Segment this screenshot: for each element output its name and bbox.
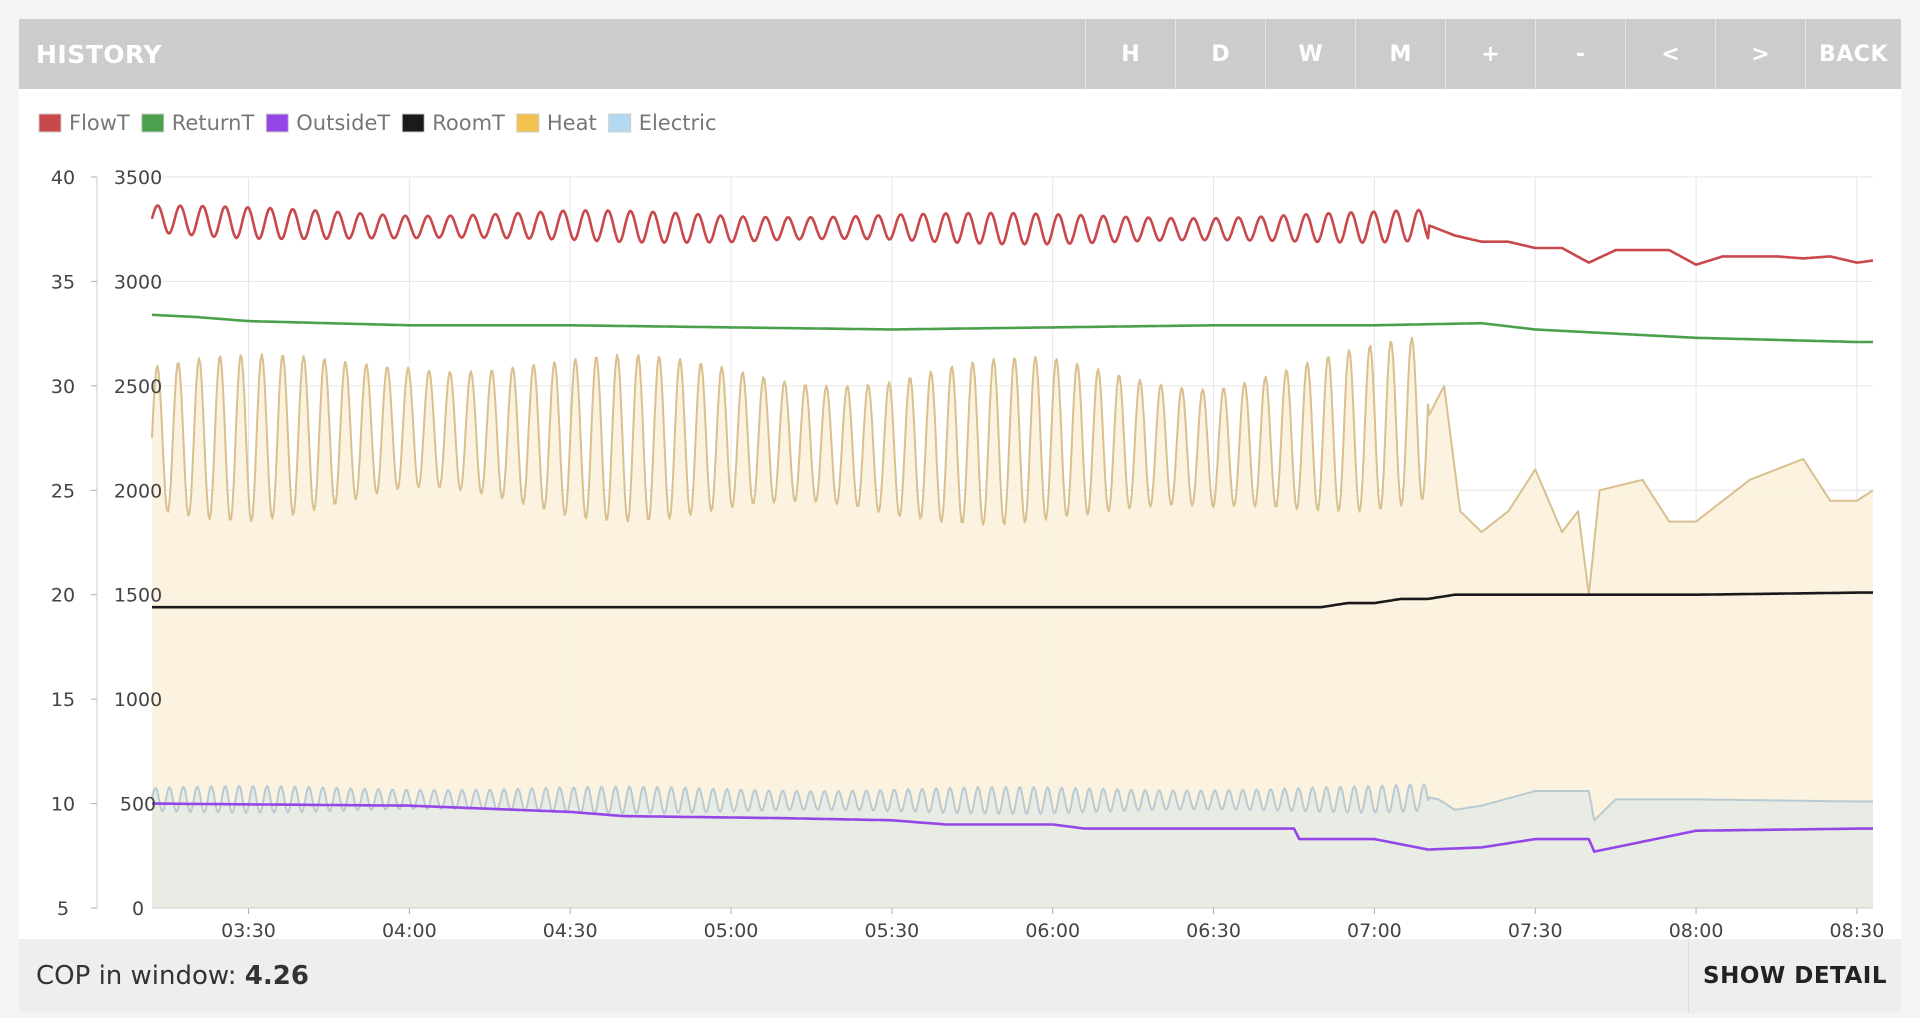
- legend-label-electric: Electric: [639, 111, 717, 135]
- legend-swatch-heat: [516, 113, 540, 133]
- x-tick-label: 07:00: [1347, 920, 1402, 939]
- x-tick-label: 06:00: [1025, 920, 1080, 939]
- y-right-tick-label: 2500: [114, 376, 162, 398]
- legend-swatch-flowt: [38, 113, 62, 133]
- cop-label: COP in window:: [36, 961, 245, 991]
- legend: FlowT ReturnT OutsideT RoomT Heat Electric: [38, 111, 717, 135]
- history-panel: HISTORY H D W M + - < > BACK 5 0 10 500 15 10…: [19, 19, 1901, 1013]
- y-left-tick-label: 10: [51, 794, 75, 816]
- month-view-button[interactable]: M: [1355, 19, 1445, 89]
- series-line-flowt: [150, 204, 1874, 266]
- y-left-tick-label: 40: [51, 167, 75, 189]
- y-left-tick-label: 35: [51, 271, 75, 293]
- back-button[interactable]: BACK: [1805, 19, 1901, 89]
- y-right-tick-label: 500: [120, 794, 156, 816]
- week-view-button[interactable]: W: [1265, 19, 1355, 89]
- pan-right-button[interactable]: >: [1715, 19, 1805, 89]
- show-detail-button[interactable]: SHOW DETAIL: [1688, 939, 1901, 1013]
- history-chart-svg: 5 0 10 500 15 1000 20 1500 25 2000 30 2500 35 3000 40 3…: [38, 111, 1885, 939]
- cop-summary: COP in window: 4.26: [19, 961, 1688, 991]
- zoom-in-button[interactable]: +: [1445, 19, 1535, 89]
- series-line-returnt: [151, 313, 1873, 344]
- x-tick-label: 08:00: [1669, 920, 1724, 939]
- x-tick-label: 05:30: [864, 920, 919, 939]
- hour-view-button[interactable]: H: [1085, 19, 1175, 89]
- legend-swatch-electric: [608, 113, 632, 133]
- y-right-tick-label: 3000: [114, 271, 162, 293]
- y-left-tick-label: 15: [51, 689, 75, 711]
- x-tick-label: 03:30: [221, 920, 276, 939]
- footer-bar: COP in window: 4.26 SHOW DETAIL: [19, 939, 1901, 1013]
- legend-swatch-returnt: [141, 113, 165, 133]
- x-tick-label: 07:30: [1508, 920, 1563, 939]
- y-left-tick-label: 5: [57, 898, 69, 920]
- history-chart: 5 0 10 500 15 1000 20 1500 25 2000 30 2500 35 3000 40 3…: [19, 89, 1901, 939]
- legend-label-heat: Heat: [547, 111, 597, 135]
- zoom-out-button[interactable]: -: [1535, 19, 1625, 89]
- legend-label-returnt: ReturnT: [172, 111, 255, 135]
- legend-label-outsidet: OutsideT: [296, 111, 390, 135]
- page-title: HISTORY: [36, 39, 163, 69]
- top-bar: HISTORY H D W M + - < > BACK: [19, 19, 1901, 89]
- y-right-tick-label: 1000: [114, 689, 162, 711]
- y-right-tick-label: 1500: [114, 585, 162, 607]
- legend-swatch-roomt: [401, 113, 425, 133]
- x-tick-label: 08:30: [1830, 920, 1885, 939]
- x-tick-label: 05:00: [704, 920, 759, 939]
- x-tick-label: 04:00: [382, 920, 437, 939]
- legend-label-flowt: FlowT: [69, 111, 130, 135]
- y-right-tick-label: 3500: [114, 167, 162, 189]
- series-fills: [152, 337, 1873, 908]
- y-right-tick-label: 2000: [114, 480, 162, 502]
- y-left-tick-label: 25: [51, 480, 75, 502]
- cop-value: 4.26: [244, 961, 309, 991]
- y-left-tick-label: 20: [51, 585, 75, 607]
- day-view-button[interactable]: D: [1175, 19, 1265, 89]
- legend-swatch-outsidet: [265, 113, 289, 133]
- x-tick-label: 06:30: [1186, 920, 1241, 939]
- x-tick-label: 04:30: [543, 920, 598, 939]
- legend-label-roomt: RoomT: [432, 111, 505, 135]
- y-right-tick-label: 0: [132, 898, 144, 920]
- pan-left-button[interactable]: <: [1625, 19, 1715, 89]
- y-left-tick-label: 30: [51, 376, 75, 398]
